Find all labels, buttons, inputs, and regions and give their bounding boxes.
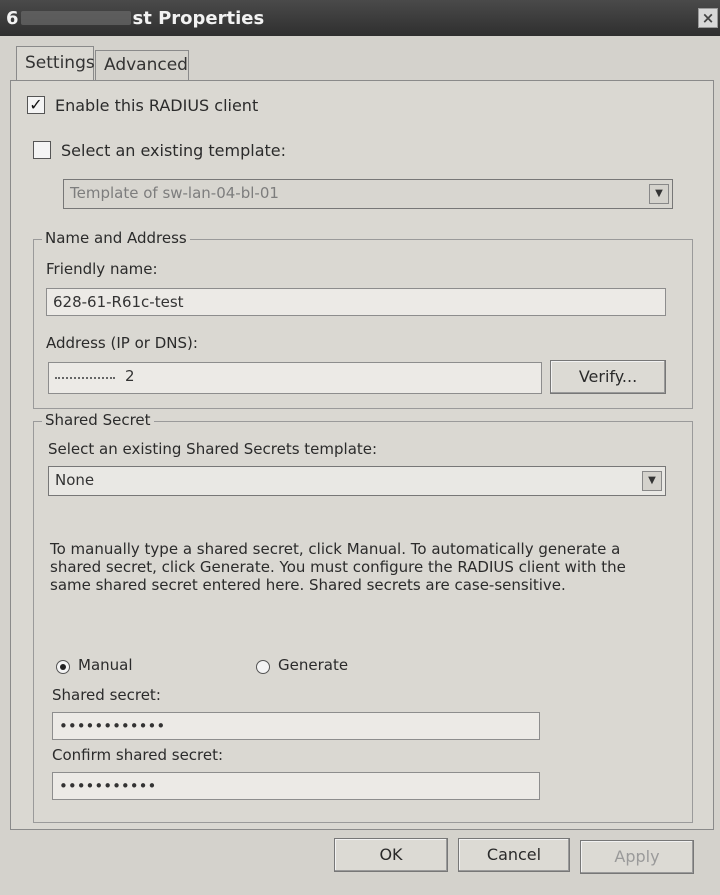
friendly-name-label: Friendly name: — [46, 260, 158, 278]
title-redaction — [20, 11, 131, 25]
name-address-group-title: Name and Address — [42, 229, 190, 247]
generate-radio-label[interactable]: Generate — [278, 656, 348, 674]
address-input[interactable]: 2 — [48, 362, 542, 394]
shared-secret-description: To manually type a shared secret, click … — [50, 540, 626, 594]
template-dropdown[interactable]: Template of sw-lan-04-bl-01 ▼ — [63, 179, 673, 209]
shared-secrets-template-dropdown[interactable]: None ▼ — [48, 466, 666, 496]
name-address-group: Name and Address Friendly name: 628-61-R… — [33, 229, 693, 409]
apply-button[interactable]: Apply — [580, 840, 694, 874]
enable-radius-client-label[interactable]: Enable this RADIUS client — [55, 96, 258, 115]
close-button[interactable]: × — [698, 8, 718, 28]
ok-button[interactable]: OK — [334, 838, 448, 872]
manual-radio[interactable] — [56, 660, 70, 674]
address-redaction — [55, 375, 115, 379]
shared-secret-group: Shared Secret Select an existing Shared … — [33, 411, 693, 823]
title-bar: 6 st Properties × — [0, 0, 720, 36]
chevron-down-icon[interactable]: ▼ — [649, 184, 669, 204]
enable-radius-client-checkbox[interactable]: ✓ — [27, 96, 45, 114]
chevron-down-icon[interactable]: ▼ — [642, 471, 662, 491]
select-template-checkbox[interactable] — [33, 141, 51, 159]
template-dropdown-value: Template of sw-lan-04-bl-01 — [70, 184, 279, 202]
shared-secrets-template-label: Select an existing Shared Secrets templa… — [48, 440, 378, 458]
shared-secret-label: Shared secret: — [52, 686, 161, 704]
shared-secrets-template-value: None — [55, 471, 95, 489]
cancel-button[interactable]: Cancel — [458, 838, 570, 872]
tab-advanced[interactable]: Advanced — [95, 50, 189, 80]
tab-settings[interactable]: Settings — [16, 46, 95, 80]
settings-panel: ✓ Enable this RADIUS client Select an ex… — [10, 80, 714, 830]
verify-button[interactable]: Verify... — [550, 360, 666, 394]
shared-secret-group-title: Shared Secret — [42, 411, 154, 429]
address-label: Address (IP or DNS): — [46, 334, 198, 352]
window-title-prefix: 6 — [6, 7, 19, 29]
window-title: st Properties — [132, 7, 265, 29]
confirm-shared-secret-input[interactable]: ••••••••••• — [52, 772, 540, 800]
friendly-name-input[interactable]: 628-61-R61c-test — [46, 288, 666, 316]
properties-dialog: Settings Advanced ✓ Enable this RADIUS c… — [0, 36, 720, 895]
manual-radio-label[interactable]: Manual — [78, 656, 133, 674]
generate-radio[interactable] — [256, 660, 270, 674]
shared-secret-input[interactable]: •••••••••••• — [52, 712, 540, 740]
confirm-shared-secret-label: Confirm shared secret: — [52, 746, 224, 764]
select-template-label[interactable]: Select an existing template: — [61, 141, 286, 160]
address-value: 2 — [125, 367, 135, 385]
